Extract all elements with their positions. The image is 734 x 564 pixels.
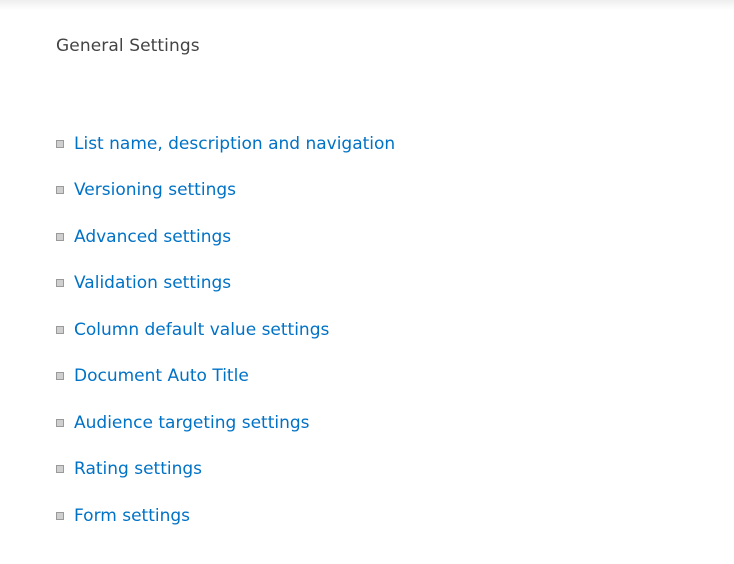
form-settings-link[interactable]: Form settings: [74, 506, 190, 526]
validation-settings-link[interactable]: Validation settings: [74, 273, 231, 293]
settings-links-list: List name, description and navigation Ve…: [56, 132, 395, 551]
square-bullet-icon: [56, 325, 64, 334]
advanced-settings-link[interactable]: Advanced settings: [74, 227, 231, 247]
panel-top-shadow: [0, 0, 734, 10]
general-settings-title: General Settings: [56, 36, 200, 56]
list-item: List name, description and navigation: [56, 132, 395, 155]
document-auto-title-link[interactable]: Document Auto Title: [74, 366, 249, 386]
list-item: Audience targeting settings: [56, 411, 395, 434]
general-settings-panel: General Settings List name, description …: [0, 0, 734, 564]
audience-targeting-settings-link[interactable]: Audience targeting settings: [74, 413, 310, 433]
square-bullet-icon: [56, 465, 64, 473]
list-name-description-navigation-link[interactable]: List name, description and navigation: [74, 134, 395, 154]
square-bullet-icon: [56, 511, 64, 520]
list-item: Validation settings: [56, 272, 395, 295]
rating-settings-link[interactable]: Rating settings: [74, 459, 202, 479]
square-bullet-icon: [56, 186, 64, 194]
list-item: Advanced settings: [56, 225, 395, 248]
list-item: Rating settings: [56, 458, 395, 481]
column-default-value-settings-link[interactable]: Column default value settings: [74, 320, 329, 340]
list-item: Versioning settings: [56, 179, 395, 202]
square-bullet-icon: [56, 372, 64, 380]
versioning-settings-link[interactable]: Versioning settings: [74, 180, 236, 200]
list-item: Column default value settings: [56, 318, 395, 341]
square-bullet-icon: [56, 279, 64, 287]
square-bullet-icon: [56, 139, 64, 148]
square-bullet-icon: [56, 232, 64, 241]
list-item: Document Auto Title: [56, 365, 395, 388]
list-item: Form settings: [56, 504, 395, 527]
square-bullet-icon: [56, 418, 64, 427]
